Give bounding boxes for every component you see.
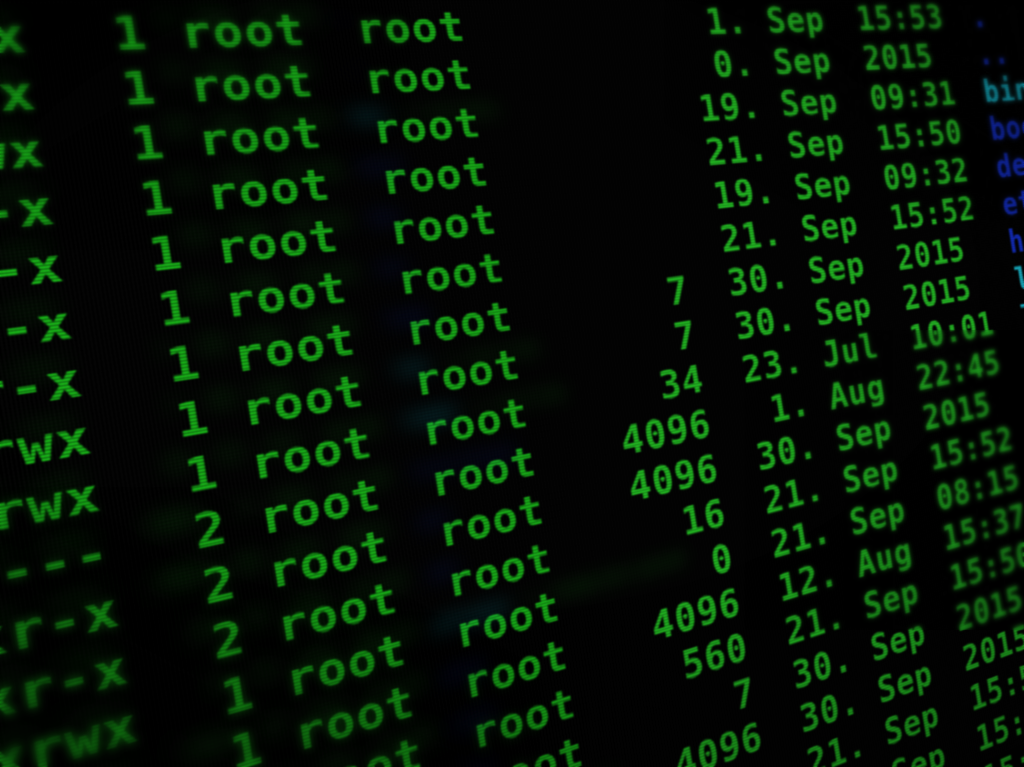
- entry-name-dev[interactable]: dev: [993, 145, 1024, 187]
- screenshot-stage: drwxr-xr-x 1 root root 1. Sep 15:53 . drwxr-…: [0, 0, 1024, 767]
- cell-owner: root: [176, 6, 309, 59]
- entry-name-bin[interactable]: bin: [981, 72, 1024, 112]
- entry-name-lib[interactable]: lib: [1012, 255, 1024, 300]
- cell-size: [527, 124, 661, 133]
- cell-time: 15:53: [853, 0, 946, 39]
- entry-name-home[interactable]: home: [1006, 216, 1024, 262]
- cell-links: 1: [126, 117, 170, 172]
- cell-links: 1: [117, 63, 161, 117]
- cell-links: 1: [135, 172, 178, 228]
- cell-size: [535, 169, 669, 181]
- cell-month: Sep: [770, 41, 835, 83]
- cell-day: 21.: [703, 128, 772, 175]
- cell-day: 1.: [702, 1, 751, 43]
- directory-listing: drwxr-xr-x 1 root root 1. Sep 15:53 . drwxr-…: [0, 0, 1024, 767]
- cell-size: [519, 80, 654, 86]
- entry-name-etc[interactable]: etc: [999, 182, 1024, 225]
- cell-links: 1: [108, 8, 152, 61]
- cell-month: Sep: [763, 1, 828, 42]
- monitor-surface: drwxr-xr-x 1 root root 1. Sep 15:53 . drwxr-…: [0, 0, 1024, 767]
- cell-group: root: [352, 5, 469, 54]
- cell-day: 0.: [709, 44, 758, 87]
- entry-name--[interactable]: .: [968, 0, 990, 36]
- cell-size: [512, 36, 647, 40]
- entry-name-boot[interactable]: boot: [987, 107, 1024, 149]
- terminal-screen: drwxr-xr-x 1 root root 1. Sep 15:53 . drwxr-…: [0, 0, 1024, 767]
- entry-name--[interactable]: ..: [974, 35, 1012, 74]
- cell-day: 19.: [695, 86, 765, 131]
- cell-time: 2015: [860, 38, 936, 79]
- cell-group: root: [360, 53, 477, 104]
- cell-owner: root: [184, 58, 318, 113]
- cell-month: Sep: [777, 82, 841, 125]
